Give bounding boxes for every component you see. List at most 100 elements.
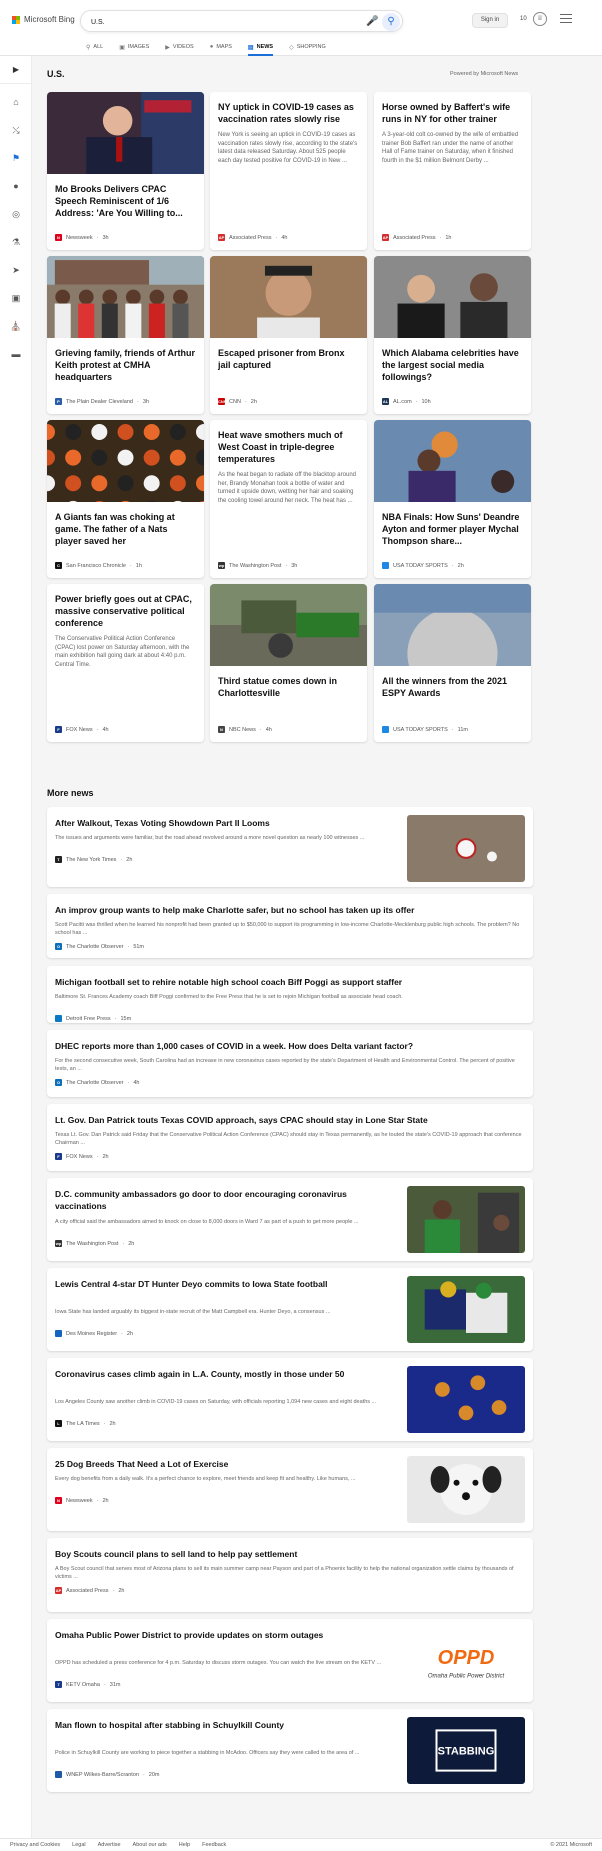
tab-news[interactable]: ▤ NEWS (247, 40, 274, 56)
news-card[interactable]: NBA Finals: How Suns' Deandre Ayton and … (374, 420, 531, 578)
news-card-title[interactable]: All the winners from the 2021 ESPY Award… (374, 666, 531, 699)
local-pin-icon[interactable]: ● (8, 178, 24, 194)
news-card-source[interactable]: CNN CNN · 2h (218, 398, 257, 405)
news-card-title[interactable]: NBA Finals: How Suns' Deandre Ayton and … (374, 502, 531, 547)
news-row[interactable]: After Walkout, Texas Voting Showdown Par… (47, 807, 533, 887)
news-row-title[interactable]: Lewis Central 4-star DT Hunter Deyo comm… (55, 1278, 385, 1290)
news-card-image[interactable] (47, 420, 204, 517)
news-row-source[interactable]: AP Associated Press · 2h (55, 1587, 124, 1594)
rewards-trophy-icon[interactable]: ♕ (533, 12, 547, 26)
news-card-source[interactable]: C San Francisco Chronicle · 1h (55, 562, 142, 569)
news-row-image[interactable] (407, 1366, 525, 1433)
news-row-image[interactable] (407, 1276, 525, 1343)
news-card-source[interactable]: AL AL.com · 10h (382, 398, 431, 405)
footer-link[interactable]: Privacy and Cookies (10, 1842, 60, 1848)
news-card[interactable]: Escaped prisoner from Bronx jail capture… (210, 256, 367, 414)
news-card-source[interactable]: AP Associated Press · 1h (382, 234, 451, 241)
news-row-title[interactable]: An improv group wants to help make Charl… (55, 904, 525, 916)
news-row-title[interactable]: After Walkout, Texas Voting Showdown Par… (55, 817, 385, 829)
news-card-title[interactable]: Heat wave smothers much of West Coast in… (210, 420, 367, 465)
news-row-source[interactable]: wp The Washington Post · 2h (55, 1240, 134, 1247)
entertainment-icon[interactable]: ▣ (8, 290, 24, 306)
news-row[interactable]: D.C. community ambassadors go door to do… (47, 1178, 533, 1261)
news-card-source[interactable]: AP Associated Press · 4h (218, 234, 287, 241)
news-card-title[interactable]: Which Alabama celebrities have the large… (374, 338, 531, 383)
news-card-image[interactable] (374, 256, 531, 338)
news-row-title[interactable]: Boy Scouts council plans to sell land to… (55, 1548, 525, 1560)
news-row-title[interactable]: Michigan football set to rehire notable … (55, 976, 525, 988)
rewards-count[interactable]: 10 (520, 16, 527, 22)
news-card-image[interactable] (210, 256, 367, 338)
footer-link[interactable]: Feedback (202, 1842, 226, 1848)
news-card-title[interactable]: Mo Brooks Delivers CPAC Speech Reminisce… (47, 174, 204, 219)
news-row-source[interactable]: F FOX News · 2h (55, 1153, 109, 1160)
tab-videos[interactable]: ▶ VIDEOS (165, 40, 193, 54)
news-row-title[interactable]: Omaha Public Power District to provide u… (55, 1629, 385, 1641)
world-globe-icon[interactable]: ◎ (8, 206, 24, 222)
news-row[interactable]: Man flown to hospital after stabbing in … (47, 1709, 533, 1792)
news-card-title[interactable]: NY uptick in COVID-19 cases as vaccinati… (210, 92, 367, 125)
politics-building-icon[interactable]: ⛪ (8, 318, 24, 334)
footer-link[interactable]: Legal (72, 1842, 85, 1848)
news-row[interactable]: DHEC reports more than 1,000 cases of CO… (47, 1030, 533, 1097)
news-card-source[interactable]: wp The Washington Post · 3h (218, 562, 297, 569)
news-card-source[interactable]: F FOX News · 4h (55, 726, 109, 733)
news-row-source[interactable]: WNEP Wilkes-Barre/Scranton · 20m (55, 1771, 160, 1778)
news-card-image[interactable] (47, 92, 204, 174)
sign-in-button[interactable]: Sign in (472, 13, 508, 28)
news-row-source[interactable]: T The New York Times · 2h (55, 856, 132, 863)
science-icon[interactable]: ⚗ (8, 234, 24, 250)
technology-rocket-icon[interactable]: ➤ (8, 262, 24, 278)
news-card[interactable]: NY uptick in COVID-19 cases as vaccinati… (210, 92, 367, 250)
news-card-image[interactable] (374, 420, 531, 502)
news-row-source[interactable]: Detroit Free Press · 15m (55, 1015, 131, 1022)
news-row[interactable]: Lewis Central 4-star DT Hunter Deyo comm… (47, 1268, 533, 1351)
news-card[interactable]: Horse owned by Baffert's wife runs in NY… (374, 92, 531, 250)
news-row-title[interactable]: 25 Dog Breeds That Need a Lot of Exercis… (55, 1458, 385, 1470)
us-flag-icon[interactable]: ⚑ (8, 150, 24, 166)
money-icon[interactable]: ▬ (8, 346, 24, 362)
news-row[interactable]: Omaha Public Power District to provide u… (47, 1619, 533, 1702)
news-card-title[interactable]: Power briefly goes out at CPAC, massive … (47, 584, 204, 629)
news-row-source[interactable]: N Newsweek · 2h (55, 1497, 109, 1504)
news-row-source[interactable]: 7 KETV Omaha · 31m (55, 1681, 120, 1688)
news-card[interactable]: Grieving family, friends of Arthur Keith… (47, 256, 204, 414)
news-card[interactable]: Heat wave smothers much of West Coast in… (210, 420, 367, 578)
news-card[interactable]: A Giants fan was choking at game. The fa… (47, 420, 204, 578)
news-card-source[interactable]: P The Plain Dealer Cleveland · 3h (55, 398, 149, 405)
news-row-image[interactable] (407, 1186, 525, 1253)
news-card-image[interactable] (210, 584, 367, 666)
news-card[interactable]: Mo Brooks Delivers CPAC Speech Reminisce… (47, 92, 204, 250)
news-row-source[interactable]: L The LA Times · 2h (55, 1420, 116, 1427)
news-card[interactable]: Third statue comes down in Charlottesvil… (210, 584, 367, 742)
home-icon[interactable]: ⌂ (8, 94, 24, 110)
tab-all[interactable]: ⚲ ALL (86, 40, 103, 54)
news-row[interactable]: Coronavirus cases climb again in L.A. Co… (47, 1358, 533, 1441)
hamburger-menu-icon[interactable] (560, 14, 572, 24)
news-card-source[interactable]: USA TODAY SPORTS · 2h (382, 562, 464, 569)
news-card[interactable]: Which Alabama celebrities have the large… (374, 256, 531, 414)
tab-images[interactable]: ▣ IMAGES (119, 40, 149, 54)
news-card[interactable]: Power briefly goes out at CPAC, massive … (47, 584, 204, 742)
news-row[interactable]: Boy Scouts council plans to sell land to… (47, 1538, 533, 1612)
news-card-title[interactable]: Horse owned by Baffert's wife runs in NY… (374, 92, 531, 125)
news-row[interactable]: Lt. Gov. Dan Patrick touts Texas COVID a… (47, 1104, 533, 1171)
news-row[interactable]: Michigan football set to rehire notable … (47, 966, 533, 1023)
footer-link[interactable]: Advertise (98, 1842, 121, 1848)
news-card[interactable]: All the winners from the 2021 ESPY Award… (374, 584, 531, 742)
news-row[interactable]: An improv group wants to help make Charl… (47, 894, 533, 958)
search-input[interactable] (91, 15, 361, 29)
powered-by-label[interactable]: Powered by Microsoft News (450, 71, 518, 77)
news-row-title[interactable]: Coronavirus cases climb again in L.A. Co… (55, 1368, 385, 1380)
news-row-image[interactable]: STABBING (407, 1717, 525, 1784)
news-card-source[interactable]: USA TODAY SPORTS · 11m (382, 726, 468, 733)
tab-shopping[interactable]: ◇ SHOPPING (289, 40, 326, 54)
expand-sidebar-icon[interactable]: ▶ (0, 56, 32, 84)
news-row-source[interactable]: Des Moines Register · 2h (55, 1330, 133, 1337)
tab-maps[interactable]: ● MAPS (210, 40, 232, 54)
search-icon[interactable]: ⚲ (382, 13, 400, 31)
news-row[interactable]: 25 Dog Breeds That Need a Lot of Exercis… (47, 1448, 533, 1531)
news-row-title[interactable]: D.C. community ambassadors go door to do… (55, 1188, 385, 1212)
news-row-source[interactable]: O The Charlotte Observer · 4h (55, 1079, 139, 1086)
microphone-icon[interactable]: 🎤 (366, 16, 378, 28)
